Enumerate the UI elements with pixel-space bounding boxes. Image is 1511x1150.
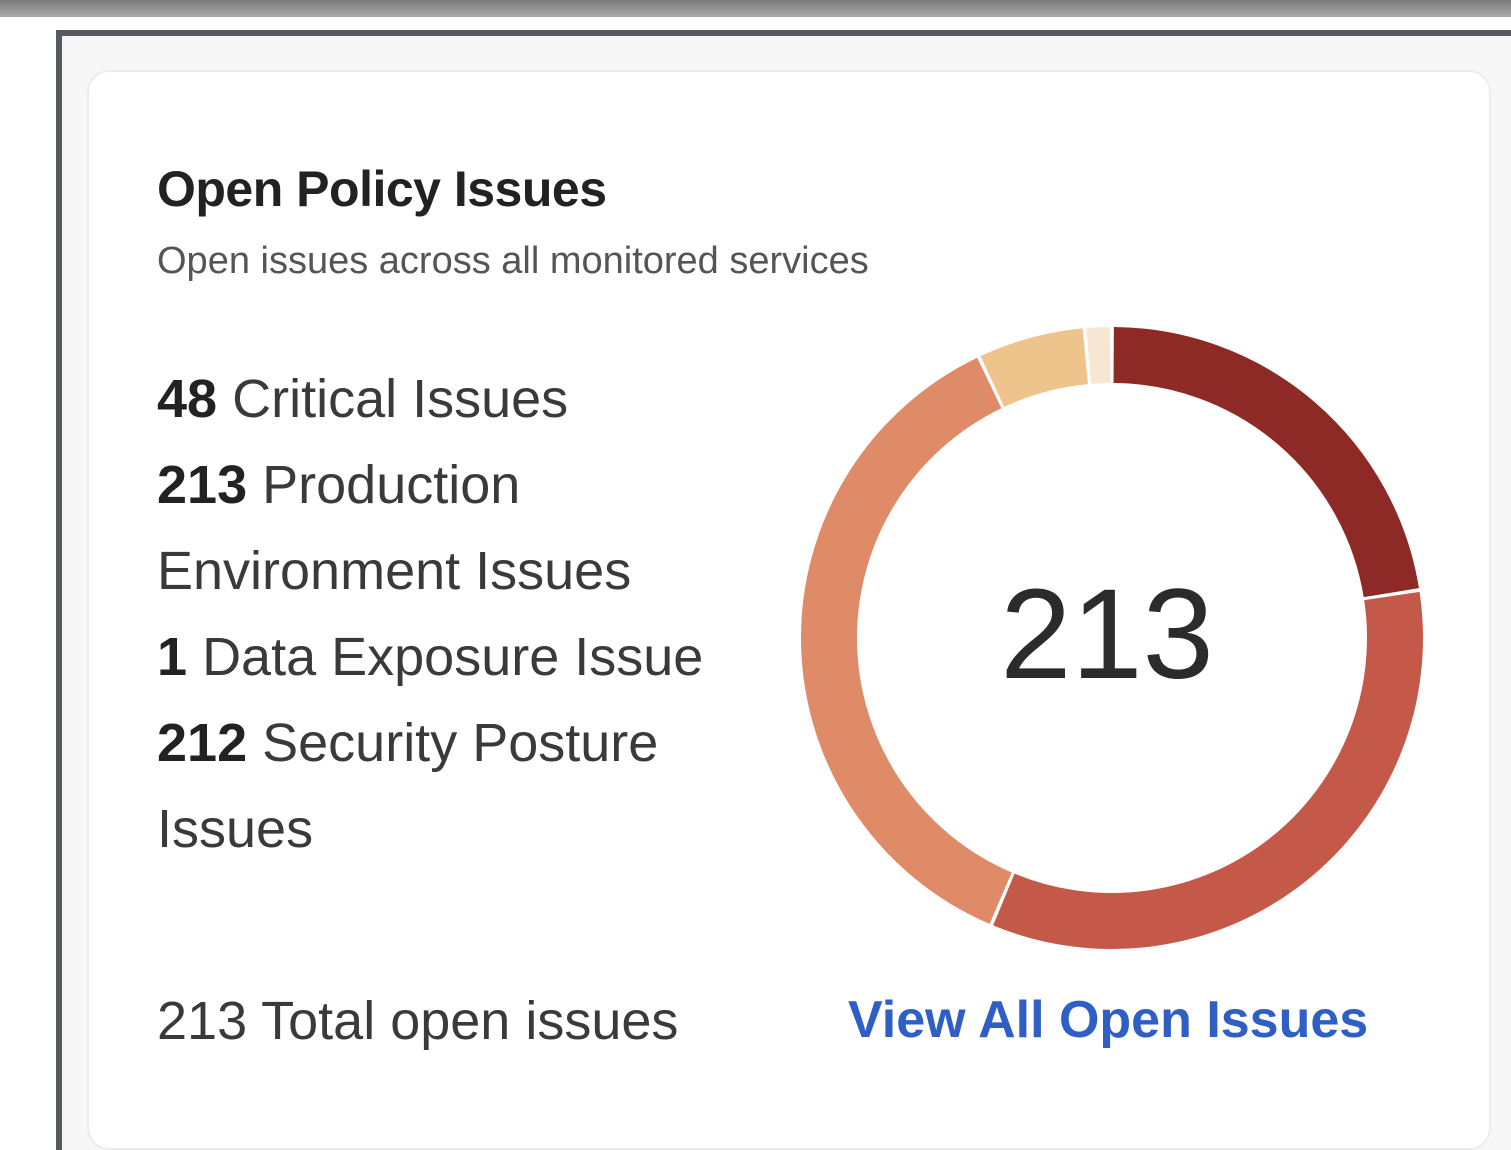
stat-security-posture-issues: 212 Security Posture Issues xyxy=(157,700,717,872)
stat-count: 1 xyxy=(157,627,188,687)
stat-label: Critical Issues xyxy=(232,369,569,429)
donut-segment-4 xyxy=(980,328,1089,408)
card-subtitle: Open issues across all monitored service… xyxy=(157,240,869,282)
view-all-open-issues-link[interactable]: View All Open Issues xyxy=(848,990,1368,1050)
stat-count: 213 xyxy=(157,455,248,515)
card-title: Open Policy Issues xyxy=(157,161,607,217)
stat-label: Data Exposure Issue xyxy=(202,627,704,687)
donut-segment-1 xyxy=(1113,327,1419,598)
stat-production-environment-issues: 213 Production Environment Issues xyxy=(157,442,717,614)
total-open-issues: 213 Total open issues xyxy=(157,991,679,1051)
stat-count: 48 xyxy=(157,369,218,429)
donut-segment-5 xyxy=(1086,327,1111,384)
stat-critical-issues: 48 Critical Issues xyxy=(157,356,777,442)
stat-data-exposure-issue: 1 Data Exposure Issue xyxy=(157,614,777,700)
stat-count: 212 xyxy=(157,713,248,773)
donut-center-value: 213 xyxy=(1000,563,1214,706)
window-top-bar xyxy=(0,0,1511,17)
issue-stats-list: 48 Critical Issues 213 Production Enviro… xyxy=(157,356,777,872)
